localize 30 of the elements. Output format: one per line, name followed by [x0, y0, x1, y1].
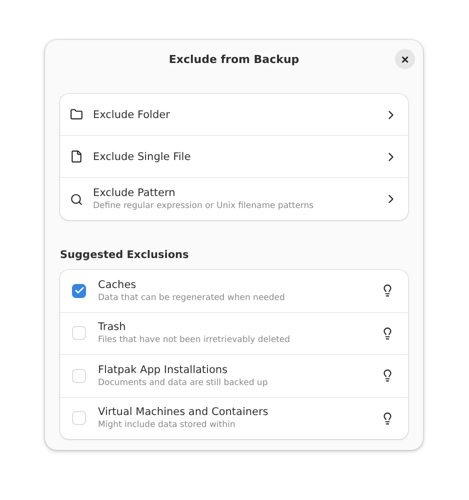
action-row[interactable]: Exclude Single File [60, 135, 408, 177]
checkbox[interactable] [72, 368, 86, 383]
section-heading: Suggested Exclusions [60, 249, 190, 261]
row-subtitle: Files that have not been irretrievably deleted [98, 335, 292, 346]
file-icon [70, 150, 83, 163]
row-label: Flatpak App Installations [98, 364, 229, 376]
row-label: Caches [98, 278, 138, 291]
lightbulb-icon[interactable] [381, 326, 394, 340]
row-subtitle: Define regular expression or Unix filename patterns [93, 201, 315, 211]
row-label: Exclude Pattern [93, 187, 176, 199]
row-label: Exclude Folder [93, 108, 171, 120]
folder-icon [70, 108, 83, 121]
checkbox[interactable] [72, 411, 86, 426]
checkbox[interactable] [72, 284, 86, 298]
close-button[interactable]: × [395, 49, 415, 69]
lightbulb-icon[interactable] [381, 369, 394, 382]
action-row[interactable]: Exclude Pattern Define regular expression or Unix filename patterns [60, 177, 408, 220]
row-subtitle: Might include data stored within [98, 420, 236, 430]
row-label: Virtual Machines and Containers [98, 406, 270, 418]
row-subtitle: Data that can be regenerated when needed [98, 292, 286, 303]
row-label: Exclude Single File [93, 150, 192, 162]
lightbulb-icon[interactable] [381, 284, 394, 298]
lightbulb-icon[interactable] [381, 412, 394, 425]
search-icon [70, 192, 83, 206]
action-row[interactable]: Exclude Folder [60, 94, 408, 135]
row-subtitle: Documents and data are still backed up [98, 378, 269, 388]
checkbox[interactable] [72, 326, 86, 340]
dialog-title: Exclude from Backup [168, 52, 300, 66]
row-label: Trash [98, 321, 127, 334]
checkmark-icon [74, 285, 84, 296]
